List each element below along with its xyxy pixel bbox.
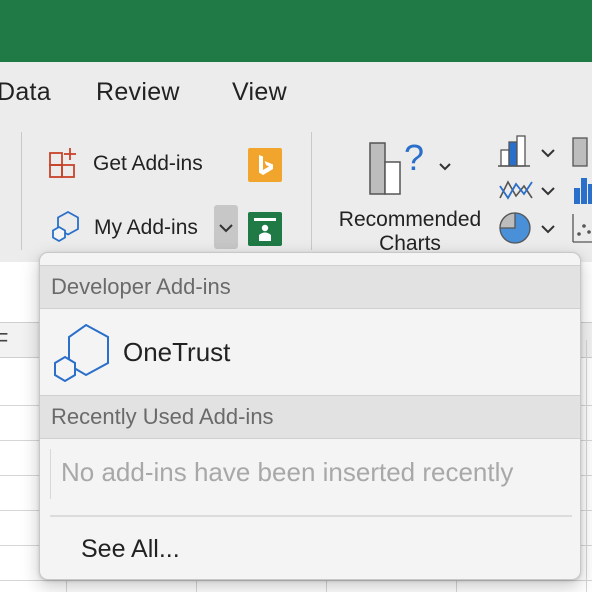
statistic-chart-icon[interactable] bbox=[570, 172, 592, 208]
dropdown-divider bbox=[50, 515, 572, 517]
get-addins-label: Get Add-ins bbox=[93, 152, 203, 175]
line-chart-button[interactable] bbox=[498, 172, 560, 208]
hexagon-addin-icon bbox=[48, 208, 88, 248]
column-header-partial: F bbox=[0, 330, 9, 352]
bing-icon[interactable] bbox=[248, 148, 282, 182]
tab-review[interactable]: Review bbox=[96, 78, 180, 107]
svg-text:?: ? bbox=[404, 138, 424, 178]
line-chart-icon bbox=[499, 180, 555, 200]
see-all-button[interactable]: See All... bbox=[81, 535, 180, 564]
no-recent-addins-message: No add-ins have been inserted recently bbox=[61, 457, 514, 487]
scatter-chart-icon[interactable] bbox=[570, 210, 592, 246]
recommended-charts-label-1: Recommended bbox=[338, 208, 482, 231]
developer-addins-header: Developer Add-ins bbox=[40, 265, 580, 309]
chevron-down-icon bbox=[219, 224, 233, 233]
onetrust-icon bbox=[51, 322, 111, 383]
tab-data[interactable]: Data bbox=[0, 78, 51, 107]
ribbon-separator bbox=[21, 132, 22, 250]
onetrust-label: OneTrust bbox=[123, 336, 231, 367]
recommended-charts-icon[interactable]: ? bbox=[364, 137, 454, 198]
add-store-icon bbox=[46, 147, 80, 181]
my-addins-dropdown-toggle[interactable] bbox=[214, 205, 238, 249]
ribbon-separator bbox=[311, 132, 312, 250]
ribbon-tabs bbox=[0, 62, 592, 124]
recommended-charts-button[interactable]: Recommended Charts bbox=[330, 208, 490, 256]
my-addins-label: My Add-ins bbox=[94, 216, 198, 239]
tab-view[interactable]: View bbox=[232, 78, 287, 107]
my-addins-button[interactable]: My Add-ins bbox=[42, 205, 238, 251]
people-graph-icon[interactable] bbox=[248, 212, 282, 246]
grid-line bbox=[586, 340, 587, 592]
column-chart-button[interactable] bbox=[498, 134, 560, 170]
grid-line bbox=[0, 580, 592, 581]
addin-item-onetrust[interactable]: OneTrust bbox=[40, 309, 580, 395]
my-addins-dropdown: Developer Add-ins OneTrust Recently Used… bbox=[39, 252, 581, 580]
pie-chart-icon bbox=[499, 212, 555, 244]
window-titlebar bbox=[0, 0, 592, 62]
column-chart-icon bbox=[498, 135, 555, 167]
get-addins-button[interactable]: Get Add-ins bbox=[46, 146, 203, 182]
recent-addins-header: Recently Used Add-ins bbox=[40, 395, 580, 439]
pie-chart-button[interactable] bbox=[498, 208, 560, 246]
empty-left-line bbox=[50, 449, 51, 499]
more-charts-icon[interactable] bbox=[570, 134, 592, 170]
